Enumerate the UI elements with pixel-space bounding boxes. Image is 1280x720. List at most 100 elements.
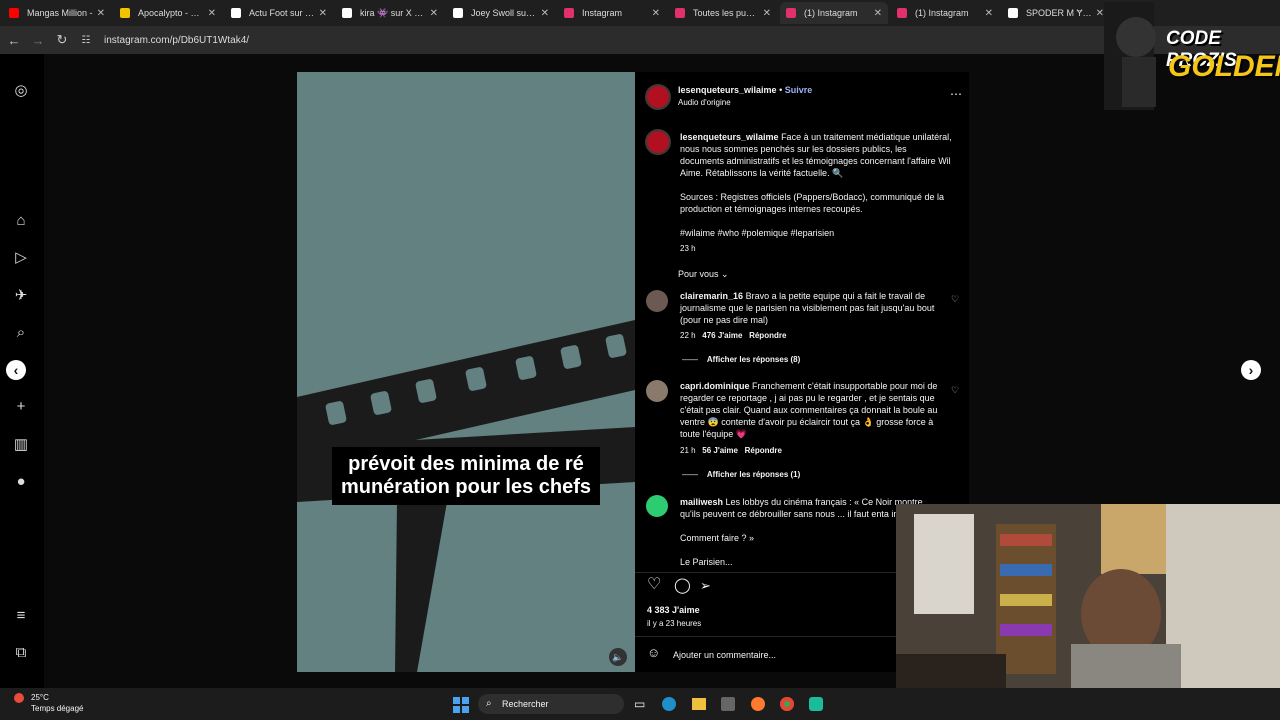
close-tab-icon[interactable]: ✕ — [97, 8, 105, 19]
messages-icon[interactable]: ✈ — [12, 287, 30, 305]
browser-tab[interactable]: Instagram ✕ — [558, 2, 666, 24]
tab-title: kira 👾 sur X : "w — [360, 7, 426, 18]
home-icon[interactable]: ⌂ — [12, 212, 30, 230]
instagram-icon — [675, 8, 685, 18]
edge-icon[interactable] — [662, 697, 676, 711]
close-tab-icon[interactable]: ✕ — [1096, 8, 1104, 19]
likes-count[interactable]: 4 383 J'aime — [647, 604, 700, 616]
comment-text-line: Le Parisien... — [680, 557, 733, 567]
menu-icon[interactable]: ≡ — [12, 607, 30, 625]
tab-title: SPODER M Ɏ N s — [1026, 8, 1092, 18]
video-caption: prévoit des minima de ré munération pour… — [332, 447, 600, 505]
browser-tab[interactable]: SPODER M Ɏ N s ✕ — [1002, 2, 1110, 24]
follow-button[interactable]: Suivre — [785, 85, 813, 95]
reel-video[interactable]: 🔈 — [297, 72, 635, 672]
caption-username[interactable]: lesenqueteurs_wilaime — [680, 132, 779, 142]
close-tab-icon[interactable]: ✕ — [541, 8, 549, 19]
stream-logo: CODE PROZIS GOLDENG — [1104, 2, 1280, 110]
chrome-icon[interactable] — [780, 697, 794, 711]
app-icon[interactable] — [809, 697, 823, 711]
create-icon[interactable]: + — [12, 398, 30, 416]
instagram-icon — [897, 8, 907, 18]
tab-title: (1) Instagram — [915, 8, 969, 18]
browser-tab[interactable]: Actu Foot sur X : ✕ — [225, 2, 333, 24]
x-icon — [231, 8, 241, 18]
comment-likes[interactable]: 476 J'aime — [702, 331, 742, 340]
back-icon[interactable]: ← — [2, 33, 26, 48]
store-icon[interactable] — [721, 697, 735, 711]
close-tab-icon[interactable]: ✕ — [763, 8, 771, 19]
next-post-button[interactable]: › — [1241, 360, 1261, 380]
view-replies-button[interactable]: Afficher les réponses (8) — [707, 355, 800, 364]
comment-likes[interactable]: 56 J'aime — [702, 446, 738, 455]
browser-tab[interactable]: Apocalypto - Film ✕ — [114, 2, 222, 24]
tab-title: Mangas Million - — [27, 8, 93, 18]
caption-sources: Sources : Registres officiels (Pappers/B… — [680, 192, 944, 214]
browser-tab[interactable]: kira 👾 sur X : "w ✕ — [336, 2, 444, 24]
url-field[interactable]: instagram.com/p/Db6UT1Wtak4/ — [104, 35, 249, 46]
close-tab-icon[interactable]: ✕ — [985, 8, 993, 19]
browser-tab[interactable]: (1) Instagram ✕ — [780, 2, 888, 24]
comment-avatar[interactable] — [646, 380, 668, 402]
x-icon — [453, 8, 463, 18]
comment-input[interactable]: Ajouter un commentaire... — [673, 649, 776, 661]
author-avatar[interactable] — [645, 84, 671, 110]
site-info-icon[interactable]: ☷ — [74, 35, 98, 46]
webcam-overlay — [896, 504, 1280, 688]
profile-avatar[interactable]: ● — [12, 473, 30, 491]
audio-label[interactable]: Audio d'origine — [678, 97, 731, 109]
close-tab-icon[interactable]: ✕ — [652, 8, 660, 19]
file-explorer-icon[interactable] — [692, 698, 706, 710]
browser-tab[interactable]: Mangas Million - ✕ — [3, 2, 111, 24]
comment-time: 21 h — [680, 446, 696, 455]
comment-avatar[interactable] — [646, 290, 668, 312]
share-icon[interactable]: ➢ — [700, 577, 711, 595]
comment-text-line: Comment faire ? » — [680, 533, 755, 543]
windows-taskbar: 25°C Temps dégagé ⌕ Rechercher ▭ — [0, 688, 1280, 720]
search-icon[interactable]: ⌕ — [12, 324, 30, 342]
firefox-icon[interactable] — [751, 697, 765, 711]
instagram-icon — [564, 8, 574, 18]
chevron-down-icon[interactable]: ⌄ — [721, 269, 729, 279]
replies-divider: —— — [682, 470, 705, 479]
like-icon[interactable]: ♡ — [647, 576, 661, 594]
close-tab-icon[interactable]: ✕ — [430, 8, 438, 19]
reply-button[interactable]: Répondre — [745, 446, 782, 455]
hashtags[interactable]: #wilaime #who #polemique #leparisien — [680, 227, 952, 239]
comment-icon[interactable]: ◯ — [674, 577, 691, 595]
mute-icon[interactable]: 🔈 — [609, 648, 627, 666]
apps-icon[interactable]: ⧉ — [12, 644, 30, 662]
reels-icon[interactable]: ▷ — [12, 249, 30, 267]
more-options-icon[interactable]: ⋯ — [950, 88, 962, 100]
replies-divider: —— — [682, 355, 705, 364]
browser-tab[interactable]: (1) Instagram ✕ — [891, 2, 999, 24]
close-tab-icon[interactable]: ✕ — [319, 8, 327, 19]
comment-username[interactable]: capri.dominique — [680, 381, 750, 391]
comment-username[interactable]: mailiwesh — [680, 497, 723, 507]
like-comment-icon[interactable]: ♡ — [951, 294, 959, 305]
emoji-icon[interactable]: ☺ — [647, 646, 660, 659]
weather-temp[interactable]: 25°C — [31, 693, 49, 703]
close-tab-icon[interactable]: ✕ — [874, 8, 882, 19]
close-tab-icon[interactable]: ✕ — [208, 8, 216, 19]
reply-button[interactable]: Répondre — [749, 331, 786, 340]
author-username[interactable]: lesenqueteurs_wilaime — [678, 85, 777, 95]
previous-post-button[interactable]: ‹ — [6, 360, 26, 380]
browser-tab[interactable]: Joey Swoll sur X : ✕ — [447, 2, 555, 24]
task-view-icon[interactable]: ▭ — [634, 698, 645, 710]
forward-icon[interactable]: → — [26, 33, 50, 48]
windows-start-icon[interactable] — [453, 697, 469, 713]
browser-tab[interactable]: Toutes les publica ✕ — [669, 2, 777, 24]
taskbar-search[interactable]: ⌕ Rechercher — [478, 694, 624, 714]
like-comment-icon[interactable]: ♡ — [951, 385, 959, 396]
sort-label[interactable]: Pour vous — [678, 269, 719, 279]
comment-avatar[interactable] — [646, 495, 668, 517]
reload-icon[interactable]: ↻ — [50, 32, 74, 48]
view-replies-button[interactable]: Afficher les réponses (1) — [707, 470, 800, 479]
search-label: Rechercher — [502, 699, 549, 709]
instagram-logo-icon[interactable]: ◎ — [12, 82, 30, 100]
stats-icon[interactable]: ▥ — [12, 436, 30, 454]
weather-label[interactable]: Temps dégagé — [31, 704, 83, 714]
comment-username[interactable]: clairemarin_16 — [680, 291, 743, 301]
caption-avatar[interactable] — [645, 129, 671, 155]
